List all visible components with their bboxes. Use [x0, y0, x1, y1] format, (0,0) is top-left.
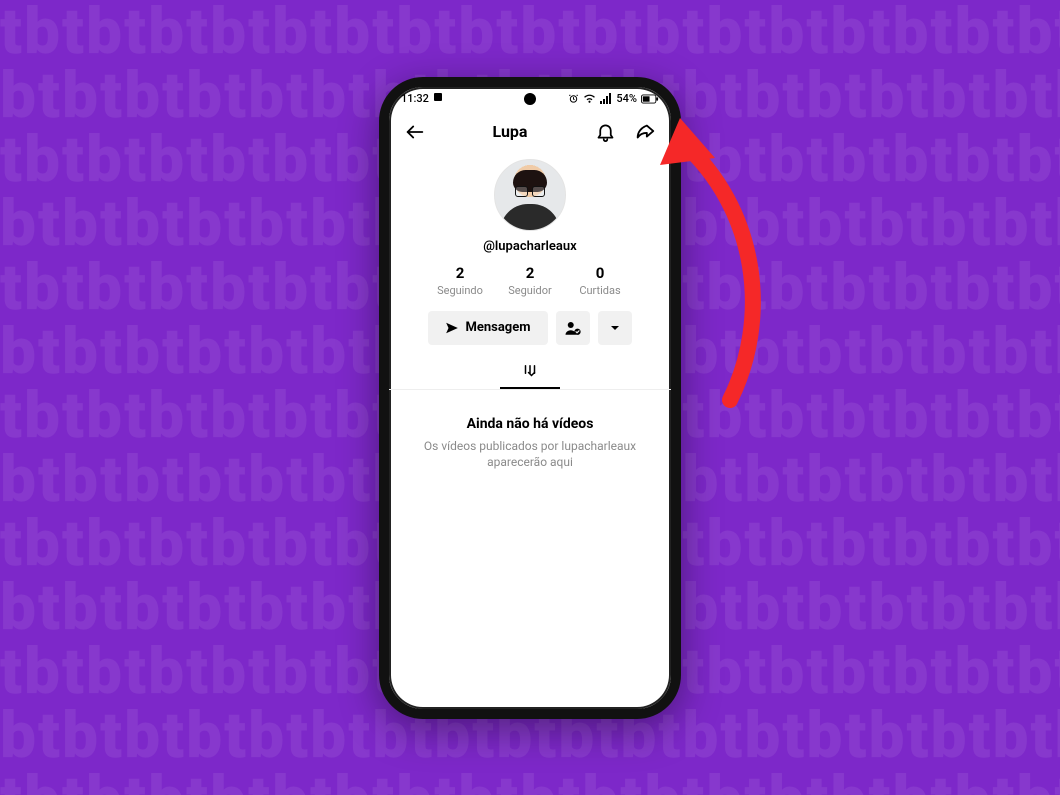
- stat-followers-count: 2: [495, 264, 565, 282]
- wifi-icon: [583, 93, 596, 104]
- profile-actions: Mensagem: [389, 311, 671, 345]
- signal-icon: [600, 93, 612, 104]
- notification-icon: [433, 92, 443, 105]
- user-handle[interactable]: @lupacharleaux: [389, 239, 671, 254]
- share-arrow-icon: [634, 121, 656, 143]
- profile-section: @lupacharleaux 2 Seguindo 2 Seguidor 0 C…: [389, 153, 671, 472]
- stat-followers[interactable]: 2 Seguidor: [495, 264, 565, 297]
- caret-down-icon: [609, 322, 621, 334]
- user-check-icon: [564, 319, 582, 337]
- empty-title: Ainda não há vídeos: [413, 416, 647, 432]
- arrow-left-icon: [404, 121, 426, 143]
- alarm-icon: [568, 93, 579, 104]
- battery-icon: [641, 94, 659, 104]
- stat-following[interactable]: 2 Seguindo: [425, 264, 495, 297]
- stat-following-label: Seguindo: [425, 284, 495, 297]
- more-actions-button[interactable]: [598, 311, 632, 345]
- page-title: Lupa: [493, 122, 528, 141]
- stat-likes-count: 0: [565, 264, 635, 282]
- empty-subtitle: Os vídeos publicados por lupacharleaux a…: [413, 438, 647, 472]
- profile-tabs: [389, 355, 671, 390]
- send-icon: [445, 321, 459, 335]
- stats-row: 2 Seguindo 2 Seguidor 0 Curtidas: [389, 264, 671, 297]
- stat-likes-label: Curtidas: [565, 284, 635, 297]
- phone-frame: 11:32 54% Lupa: [379, 77, 681, 719]
- stat-followers-label: Seguidor: [495, 284, 565, 297]
- share-button[interactable]: [631, 118, 659, 146]
- feed-sort-icon: [521, 362, 539, 380]
- stat-following-count: 2: [425, 264, 495, 282]
- notifications-button[interactable]: [591, 118, 619, 146]
- tab-feed[interactable]: [500, 355, 560, 389]
- avatar[interactable]: [494, 159, 566, 231]
- battery-text: 54%: [616, 92, 637, 105]
- follow-status-button[interactable]: [556, 311, 590, 345]
- message-button-label: Mensagem: [465, 320, 530, 335]
- back-button[interactable]: [401, 118, 429, 146]
- top-nav: Lupa: [389, 111, 671, 153]
- bell-icon: [595, 121, 616, 142]
- camera-hole: [524, 93, 536, 105]
- stat-likes[interactable]: 0 Curtidas: [565, 264, 635, 297]
- empty-state: Ainda não há vídeos Os vídeos publicados…: [389, 390, 671, 472]
- status-time: 11:32: [401, 92, 429, 105]
- message-button[interactable]: Mensagem: [428, 311, 548, 345]
